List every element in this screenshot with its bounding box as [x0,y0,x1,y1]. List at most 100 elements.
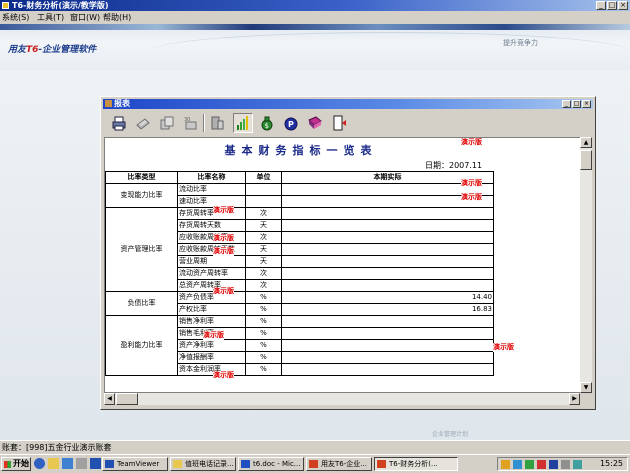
value-cell[interactable] [281,351,494,364]
tray-icon[interactable] [537,460,546,469]
windows-logo-icon [4,461,11,468]
ratio-name-cell[interactable]: 资本金利润率 [177,363,246,376]
tray-icon[interactable] [513,460,522,469]
value-cell[interactable] [281,207,494,220]
task-word-doc[interactable]: t6.doc - Mic... [238,457,304,471]
menu-system[interactable]: 系统(S) [2,12,29,23]
exit-door-icon[interactable] [329,113,349,133]
value-cell[interactable] [281,363,494,376]
unit-cell[interactable]: % [245,303,282,316]
report-date: 日期：2007.11 [425,161,483,170]
book-icon[interactable] [305,113,325,133]
tray-icon[interactable] [525,460,534,469]
ratio-name-cell[interactable]: 速动比率 [177,195,246,208]
printer-icon[interactable] [109,113,129,133]
ratio-name-cell[interactable]: 资产负债率 [177,291,246,304]
copy-icon[interactable] [157,113,177,133]
report-minimize-button[interactable]: _ [562,100,571,108]
value-cell[interactable]: 16.83 [281,303,494,316]
unit-cell[interactable]: 次 [245,279,282,292]
hscroll-thumb[interactable] [116,393,138,405]
teamviewer-ql-icon[interactable] [90,458,101,469]
menu-tools[interactable]: 工具(T) [37,12,64,23]
task-t6-finance[interactable]: T6-财务分析(... [374,457,458,471]
ratio-name-cell[interactable]: 产权比率 [177,303,246,316]
quicklaunch-icon[interactable] [76,458,87,469]
demo-watermark: 演示版 [213,206,234,215]
unit-cell[interactable]: % [245,339,282,352]
compute-icon[interactable]: 30 [181,113,201,133]
maximize-button[interactable]: □ [607,1,617,10]
menu-window[interactable]: 窗口(W) [70,12,100,23]
minimize-button[interactable]: _ [596,1,606,10]
unit-cell[interactable]: 天 [245,243,282,256]
scroll-thumb[interactable] [580,150,592,170]
value-cell[interactable] [281,219,494,232]
tray-icon[interactable] [549,460,558,469]
value-cell[interactable] [281,327,494,340]
value-cell[interactable] [281,339,494,352]
start-button[interactable]: 开始 [1,457,31,471]
vertical-scrollbar[interactable]: ▲ ▼ [580,137,592,393]
unit-cell[interactable] [245,183,282,196]
unit-cell[interactable]: % [245,291,282,304]
task-teamviewer[interactable]: TeamViewer [102,457,168,471]
scroll-up-icon[interactable]: ▲ [580,137,592,148]
value-cell[interactable]: 14.40 [281,291,494,304]
report-close-button[interactable]: × [582,100,591,108]
ratio-name-cell[interactable]: 总资产周转率 [177,279,246,292]
report-maximize-button[interactable]: □ [572,100,581,108]
money-bag-icon[interactable]: $ [257,113,277,133]
ratio-name-cell[interactable]: 存货周转天数 [177,219,246,232]
unit-cell[interactable] [245,195,282,208]
unit-cell[interactable]: 天 [245,219,282,232]
ratio-name-cell[interactable]: 应收账款周转天数 [177,243,246,256]
ie-icon[interactable] [34,458,45,469]
close-button[interactable]: × [618,1,628,10]
scroll-down-icon[interactable]: ▼ [580,382,592,393]
ratio-name-cell[interactable]: 流动资产周转率 [177,267,246,280]
value-cell[interactable] [281,231,494,244]
unit-cell[interactable]: % [245,315,282,328]
ratio-name-cell[interactable]: 营业周期 [177,255,246,268]
unit-cell[interactable]: 次 [245,231,282,244]
value-cell[interactable] [281,267,494,280]
value-cell[interactable] [281,243,494,256]
unit-cell[interactable]: 次 [245,267,282,280]
ratio-name-cell[interactable]: 销售净利率 [177,315,246,328]
ratio-name-cell[interactable]: 应收账款周转率 [177,231,246,244]
toolbar-separator [203,114,205,132]
unit-cell[interactable]: 次 [245,207,282,220]
scroll-right-icon[interactable]: ▶ [569,393,580,405]
desktop-icon[interactable] [62,458,73,469]
ratio-name-cell[interactable]: 净值报酬率 [177,351,246,364]
parking-icon[interactable]: P [281,113,301,133]
bar-chart-icon[interactable] [233,113,253,133]
value-cell[interactable] [281,315,494,328]
tray-icon[interactable] [501,460,510,469]
unit-cell[interactable]: 天 [245,255,282,268]
ratio-name-cell[interactable]: 资产净利率 [177,339,246,352]
volume-icon[interactable] [561,460,570,469]
value-cell[interactable] [281,255,494,268]
ratio-name-cell[interactable]: 存货周转率 [177,207,246,220]
server-icon[interactable] [207,113,227,133]
table-row: 盈利能力比率 销售净利率% [105,315,494,376]
network-icon[interactable] [573,460,582,469]
ratio-name-cell[interactable]: 流动比率 [177,183,246,196]
table-row: 负债比率 资产负债率% 14.40 [105,291,494,316]
folder-icon[interactable] [48,458,59,469]
scroll-left-icon[interactable]: ◀ [104,393,115,405]
value-cell[interactable] [281,279,494,292]
unit-cell[interactable]: % [245,363,282,376]
demo-watermark: 演示版 [203,331,224,340]
header-ratio-type: 比率类型 [105,171,178,184]
export-icon[interactable] [133,113,153,133]
ratio-category-cell: 变现能力比率 [105,183,178,208]
horizontal-scrollbar[interactable]: ◀ ▶ [104,393,580,405]
task-yonyou-t6[interactable]: 用友T6-企业... [306,457,372,471]
unit-cell[interactable]: % [245,351,282,364]
task-duty-log[interactable]: 值班电话记录... [170,457,236,471]
unit-cell[interactable]: % [245,327,282,340]
menu-help[interactable]: 帮助(H) [103,12,131,23]
